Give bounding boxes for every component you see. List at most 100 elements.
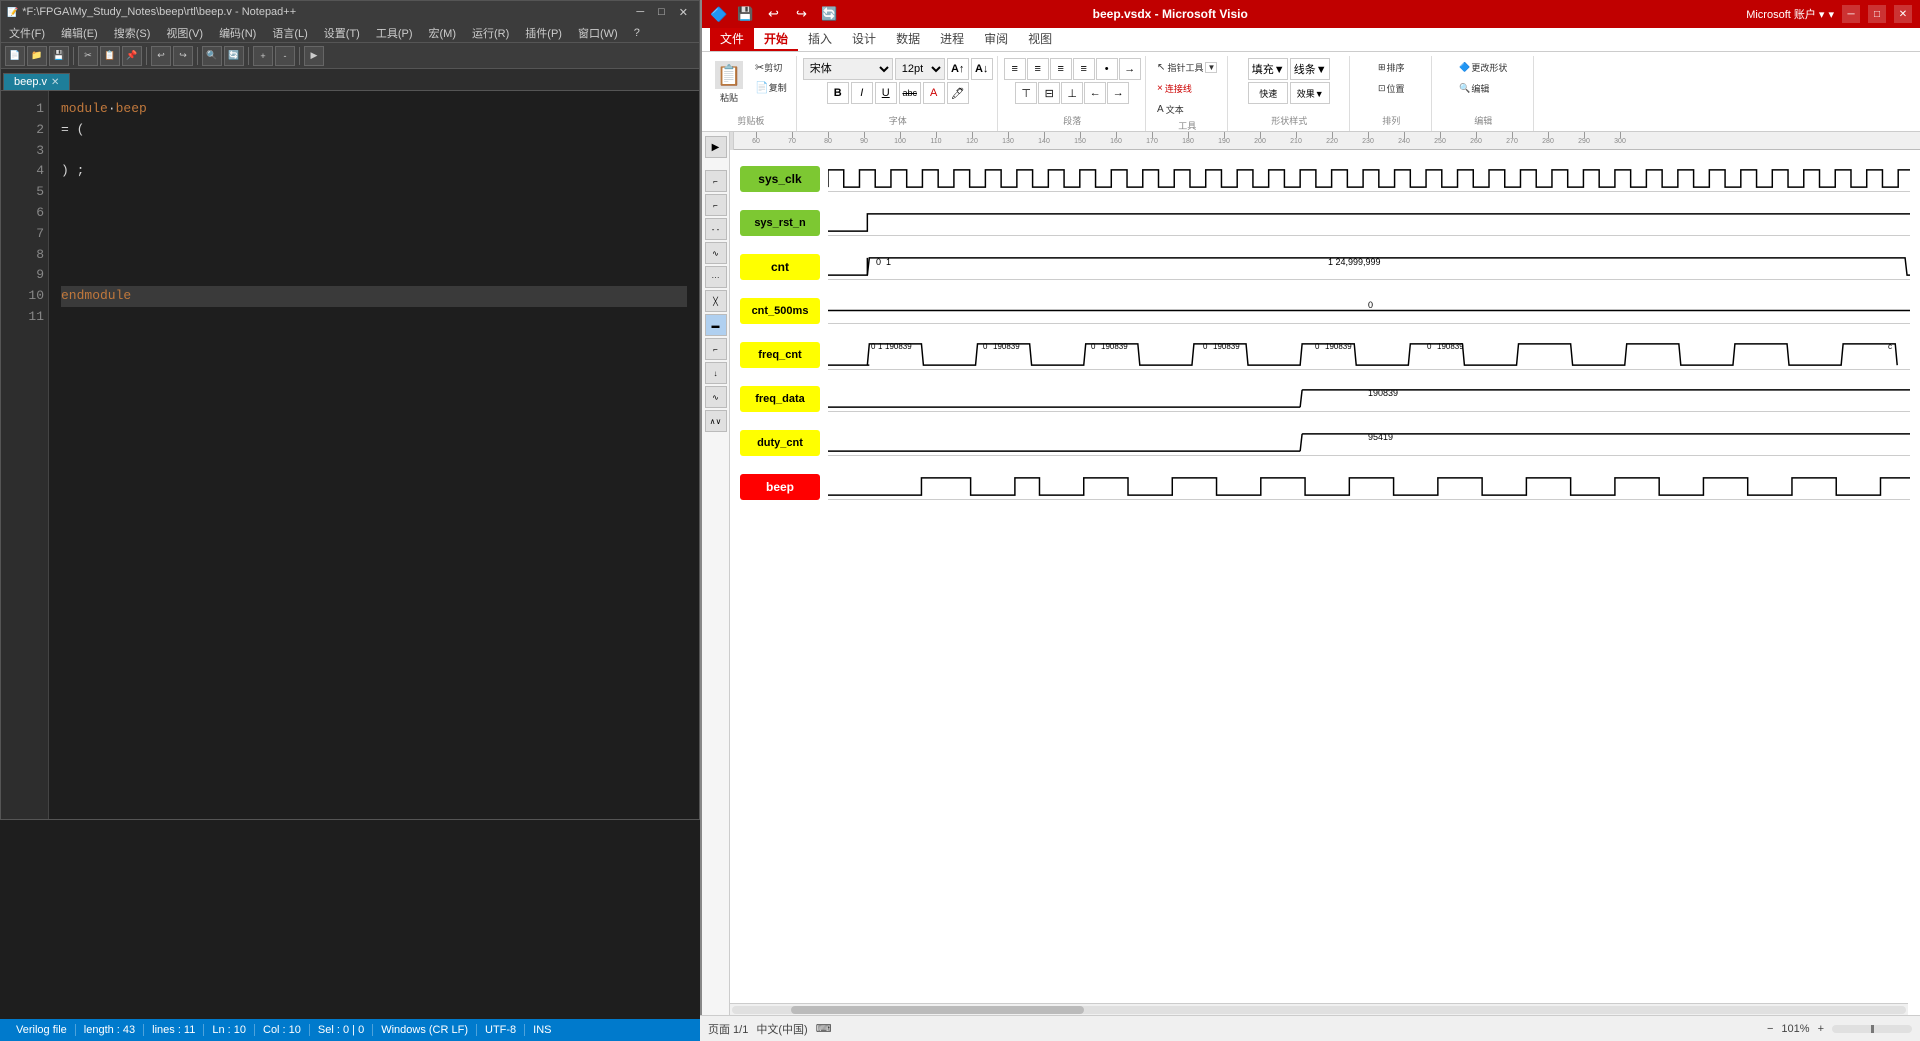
visio-zoom-in-btn[interactable]: +: [1818, 1023, 1824, 1035]
step-btn[interactable]: ⌐: [705, 338, 727, 360]
align-right-btn[interactable]: ≡: [1050, 58, 1072, 80]
run-btn[interactable]: ▶: [304, 46, 324, 66]
tab-data[interactable]: 数据: [886, 28, 930, 51]
tab-view[interactable]: 视图: [1018, 28, 1062, 51]
notepad-tab[interactable]: beep.v ✕: [3, 73, 70, 90]
menu-language[interactable]: 语言(L): [268, 25, 311, 41]
zoom-out-btn[interactable]: -: [275, 46, 295, 66]
dashed-btn[interactable]: - -: [705, 218, 727, 240]
line-btn[interactable]: 线条▼: [1290, 58, 1330, 80]
italic-btn[interactable]: I: [851, 82, 873, 104]
visio-minimize-btn[interactable]: ─: [1842, 5, 1860, 23]
redo-quick-btn[interactable]: ↪: [791, 4, 811, 24]
font-grow-btn[interactable]: A↑: [947, 58, 969, 80]
replace-btn[interactable]: 🔄: [224, 46, 244, 66]
refresh-quick-btn[interactable]: 🔄: [819, 4, 839, 24]
close-button[interactable]: ✕: [674, 6, 693, 19]
visio-maximize-btn[interactable]: □: [1868, 5, 1886, 23]
strikethrough-btn[interactable]: abc: [899, 82, 921, 104]
copy-btn[interactable]: 📋: [100, 46, 120, 66]
menu-settings[interactable]: 设置(T): [320, 25, 364, 41]
align-justify-btn[interactable]: ≡: [1073, 58, 1095, 80]
menu-help[interactable]: ?: [630, 27, 644, 39]
menu-file[interactable]: 文件(F): [5, 25, 49, 41]
undo-btn[interactable]: ↩: [151, 46, 171, 66]
pointer-tool-btn[interactable]: ↖指针工具 ▼: [1152, 58, 1222, 77]
align-center-btn[interactable]: ≡: [1027, 58, 1049, 80]
text-btn[interactable]: A文本: [1152, 100, 1222, 119]
paste-btn[interactable]: 📌: [122, 46, 142, 66]
indent-btn[interactable]: →: [1119, 58, 1141, 80]
decrease-indent-btn[interactable]: ←: [1084, 82, 1106, 104]
horizontal-scrollbar[interactable]: [730, 1003, 1908, 1015]
tab-review[interactable]: 审阅: [974, 28, 1018, 51]
code-area[interactable]: module·beep = ( ) ; endmodule: [49, 91, 699, 819]
active-tool-btn[interactable]: ▬: [705, 314, 727, 336]
align-btn[interactable]: ⊡位置: [1373, 79, 1410, 98]
find-btn[interactable]: 🔍: [202, 46, 222, 66]
new-btn[interactable]: 📄: [5, 46, 25, 66]
fill-btn[interactable]: 填充▼: [1248, 58, 1288, 80]
save-btn[interactable]: 💾: [49, 46, 69, 66]
change-shape-btn[interactable]: 🔷更改形状: [1454, 58, 1512, 77]
valign-top-btn[interactable]: ⊤: [1015, 82, 1037, 104]
visio-close-btn[interactable]: ✕: [1894, 5, 1912, 23]
visio-canvas[interactable]: sys_clk sys_rst_n: [730, 150, 1920, 1015]
paste-btn-ribbon[interactable]: 📋 粘贴: [710, 58, 748, 107]
font-size-select[interactable]: 12pt: [895, 58, 945, 80]
tab-process[interactable]: 进程: [930, 28, 974, 51]
copy-btn-ribbon[interactable]: 📄 复制: [750, 78, 792, 96]
zigzag-btn[interactable]: ∧∨: [705, 410, 727, 432]
quick-styles-btn[interactable]: 快速: [1248, 82, 1288, 104]
valign-mid-btn[interactable]: ⊟: [1038, 82, 1060, 104]
increase-indent-btn[interactable]: →: [1107, 82, 1129, 104]
menu-run[interactable]: 运行(R): [468, 25, 513, 41]
underline-btn[interactable]: U: [875, 82, 897, 104]
bold-btn[interactable]: B: [827, 82, 849, 104]
tab-home[interactable]: 开始: [754, 28, 798, 51]
tab-design[interactable]: 设计: [842, 28, 886, 51]
connector-btn[interactable]: ×连接线: [1152, 79, 1222, 98]
position-btn[interactable]: ⊞排序: [1373, 58, 1410, 77]
connect1-btn[interactable]: ⌐: [705, 170, 727, 192]
menu-tools[interactable]: 工具(P): [372, 25, 417, 41]
align-left-btn[interactable]: ≡: [1004, 58, 1026, 80]
menu-window[interactable]: 窗口(W): [574, 25, 622, 41]
redo-btn[interactable]: ↪: [173, 46, 193, 66]
expand-btn[interactable]: ▶: [705, 136, 727, 158]
sine-btn[interactable]: ∿: [705, 386, 727, 408]
visio-zoom-out-btn[interactable]: −: [1767, 1023, 1773, 1035]
menu-encoding[interactable]: 编码(N): [215, 25, 260, 41]
dotted-btn[interactable]: ···: [705, 266, 727, 288]
cross-btn[interactable]: ╳: [705, 290, 727, 312]
cut-btn-ribbon[interactable]: ✂ 剪切: [750, 58, 792, 76]
connect2-btn[interactable]: ⌐: [705, 194, 727, 216]
menu-macro[interactable]: 宏(M): [425, 25, 461, 41]
menu-search[interactable]: 搜索(S): [110, 25, 155, 41]
font-shrink-btn[interactable]: A↓: [971, 58, 993, 80]
account-btn[interactable]: ▾: [1828, 8, 1834, 21]
list-btn[interactable]: •: [1096, 58, 1118, 80]
tab-file[interactable]: 文件: [710, 28, 754, 51]
waveform-row-beep: beep: [740, 468, 1910, 506]
font-name-select[interactable]: 宋体: [803, 58, 893, 80]
highlight-btn[interactable]: 🖊: [947, 82, 969, 104]
zoom-in-btn[interactable]: +: [253, 46, 273, 66]
menu-view[interactable]: 视图(V): [162, 25, 207, 41]
open-btn[interactable]: 📁: [27, 46, 47, 66]
maximize-button[interactable]: □: [653, 6, 670, 19]
menu-plugins[interactable]: 插件(P): [521, 25, 566, 41]
tab-close-icon[interactable]: ✕: [51, 77, 59, 88]
shadow-btn[interactable]: 效果▼: [1290, 82, 1330, 104]
find-select-btn[interactable]: 🔍编辑: [1454, 79, 1512, 98]
cut-btn[interactable]: ✂: [78, 46, 98, 66]
tab-insert[interactable]: 插入: [798, 28, 842, 51]
undo-quick-btn[interactable]: ↩: [763, 4, 783, 24]
font-color-btn[interactable]: A: [923, 82, 945, 104]
minimize-button[interactable]: ─: [631, 6, 649, 19]
arrow-btn[interactable]: ↓: [705, 362, 727, 384]
menu-edit[interactable]: 编辑(E): [57, 25, 102, 41]
valign-bot-btn[interactable]: ⊥: [1061, 82, 1083, 104]
wave-btn[interactable]: ∿: [705, 242, 727, 264]
save-quick-btn[interactable]: 💾: [735, 4, 755, 24]
